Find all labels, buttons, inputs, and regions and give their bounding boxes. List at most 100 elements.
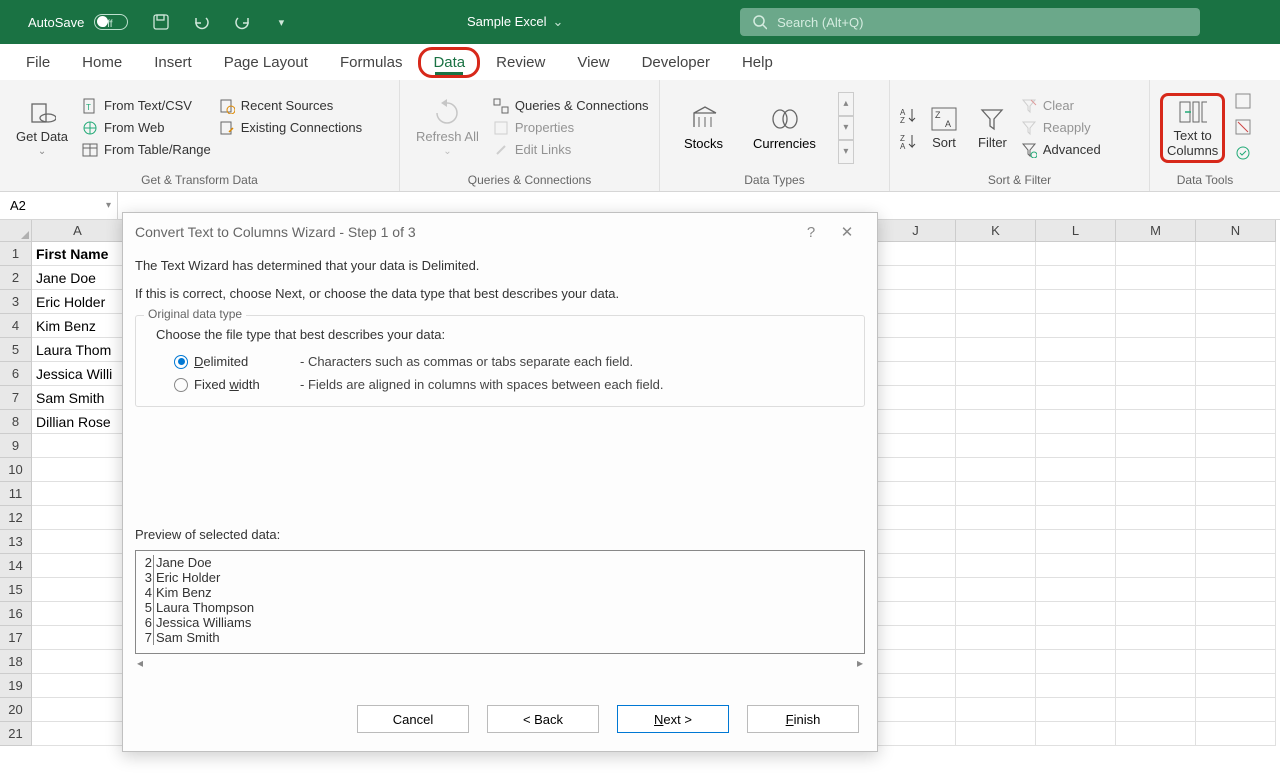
tab-data[interactable]: Data [418,47,480,78]
row-header[interactable]: 11 [0,482,32,506]
cell[interactable] [956,482,1036,506]
cell[interactable] [1036,554,1116,578]
cell[interactable] [32,458,124,482]
cell[interactable] [956,266,1036,290]
cell[interactable] [1196,386,1276,410]
search-input[interactable] [777,15,1188,30]
cell[interactable] [1036,482,1116,506]
cell[interactable] [956,458,1036,482]
cell[interactable] [956,578,1036,602]
close-button[interactable]: ✕ [829,223,865,241]
row-header[interactable]: 1 [0,242,32,266]
cell[interactable] [956,290,1036,314]
clear-button[interactable]: Clear [1021,98,1101,114]
fixed-width-radio[interactable]: Fixed widthFixed width [174,377,284,392]
cell[interactable] [1116,338,1196,362]
stocks-datatype[interactable]: Stocks [684,104,723,151]
preview-scroll-right[interactable]: ▸ [857,656,863,670]
cell[interactable] [876,482,956,506]
cell[interactable] [1196,338,1276,362]
cell[interactable] [956,602,1036,626]
cell[interactable] [32,602,124,626]
cell[interactable] [32,530,124,554]
cell[interactable] [1116,530,1196,554]
help-button[interactable]: ? [793,224,829,241]
queries-connections-button[interactable]: Queries & Connections [493,98,649,114]
cell[interactable] [876,290,956,314]
cell[interactable] [956,650,1036,674]
cell[interactable] [1196,290,1276,314]
row-header[interactable]: 10 [0,458,32,482]
row-header[interactable]: 16 [0,602,32,626]
cell[interactable] [32,698,124,722]
cell[interactable] [956,362,1036,386]
name-box[interactable]: A2 ▾ [0,192,118,219]
cell[interactable]: Jessica Willi [32,362,124,386]
row-header[interactable]: 21 [0,722,32,746]
row-header[interactable]: 2 [0,266,32,290]
cell[interactable] [1036,674,1116,698]
cell[interactable]: First Name [32,242,124,266]
recent-sources-button[interactable]: Recent Sources [219,98,362,114]
cell[interactable] [1036,266,1116,290]
cell[interactable] [1116,698,1196,722]
preview-scroll-left[interactable]: ◂ [137,656,143,670]
cell[interactable] [1196,698,1276,722]
cell[interactable] [1196,458,1276,482]
tab-formulas[interactable]: Formulas [324,46,419,79]
cell[interactable] [876,506,956,530]
col-header[interactable]: M [1116,220,1196,242]
from-web-button[interactable]: From Web [82,120,211,136]
cell[interactable] [876,722,956,746]
cell[interactable]: Kim Benz [32,314,124,338]
data-validation-icon[interactable] [1235,145,1253,163]
row-header[interactable]: 19 [0,674,32,698]
cell[interactable] [1116,482,1196,506]
cell[interactable] [876,242,956,266]
cell[interactable] [1116,578,1196,602]
finish-button[interactable]: FinishFinish [747,705,859,733]
document-title[interactable]: Sample Excel⌄ [290,14,740,30]
cell[interactable] [1116,650,1196,674]
cell[interactable] [1036,410,1116,434]
cell[interactable] [1196,314,1276,338]
cell[interactable] [876,626,956,650]
datatype-down-icon[interactable]: ▾ [838,116,854,140]
cell[interactable] [1036,698,1116,722]
select-all-cell[interactable] [0,220,32,242]
remove-duplicates-icon[interactable] [1235,119,1253,137]
cell[interactable] [1036,314,1116,338]
col-header[interactable]: K [956,220,1036,242]
cell[interactable] [1036,626,1116,650]
cancel-button[interactable]: Cancel [357,705,469,733]
existing-connections-button[interactable]: Existing Connections [219,120,362,136]
cell[interactable] [1036,434,1116,458]
delimited-radio[interactable]: DDelimitedelimited [174,354,284,369]
cell[interactable] [1116,626,1196,650]
cell[interactable] [876,266,956,290]
cell[interactable] [1036,458,1116,482]
cell[interactable] [32,482,124,506]
tab-review[interactable]: Review [480,46,561,79]
cell[interactable] [1116,410,1196,434]
cell[interactable] [32,554,124,578]
cell[interactable] [956,410,1036,434]
cell[interactable] [32,722,124,746]
cell[interactable] [876,578,956,602]
cell[interactable] [1196,410,1276,434]
col-header[interactable]: J [876,220,956,242]
cell[interactable] [1196,650,1276,674]
row-header[interactable]: 12 [0,506,32,530]
datatype-up-icon[interactable]: ▴ [838,92,854,116]
cell[interactable] [956,506,1036,530]
sort-button[interactable]: ZA Sort [924,84,964,171]
cell[interactable] [1116,602,1196,626]
cell[interactable] [956,554,1036,578]
cell[interactable] [1036,290,1116,314]
cell[interactable] [1036,362,1116,386]
cell[interactable] [1196,506,1276,530]
cell[interactable] [32,434,124,458]
row-header[interactable]: 14 [0,554,32,578]
cell[interactable] [956,626,1036,650]
row-header[interactable]: 9 [0,434,32,458]
